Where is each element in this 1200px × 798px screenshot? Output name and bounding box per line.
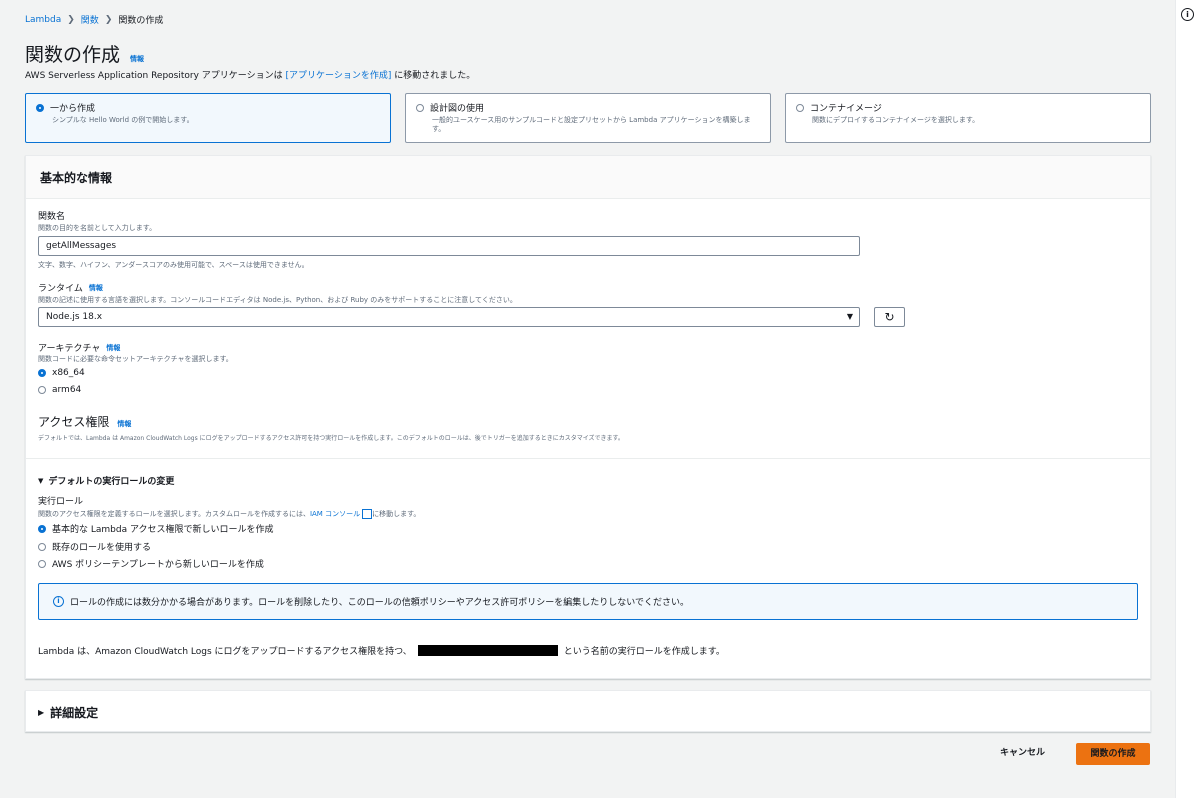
permissions-desc: デフォルトでは、Lambda は Amazon CloudWatch Logs …	[38, 435, 624, 442]
arch-option-label: arm64	[52, 385, 82, 395]
option-label: 設計図の使用	[430, 104, 485, 114]
basic-info-panel: 基本的な情報 関数名 関数の目的を名前として入力します。 getAllMessa…	[25, 155, 1151, 679]
alert-text: ロールの作成には数分かかる場合があります。ロールを削除したり、このロールの信頼ポ…	[70, 598, 690, 608]
option-label: コンテナイメージ	[810, 104, 882, 114]
role-option-label: 既存のロールを使用する	[52, 543, 152, 553]
architecture-info-link[interactable]: 情報	[106, 343, 120, 353]
option-author-from-scratch[interactable]: 一から作成 シンプルな Hello World の例で開始します。	[25, 93, 391, 143]
arch-option-label: x86_64	[52, 368, 85, 378]
chevron-right-icon: ❯	[67, 14, 75, 25]
execution-role-desc: 関数のアクセス権限を定義するロールを選択します。カスタムロールを作成するには、I…	[38, 509, 421, 519]
change-default-role-toggle[interactable]: ▼ デフォルトの実行ロールの変更	[38, 474, 175, 488]
breadcrumb-lambda[interactable]: Lambda	[25, 15, 61, 25]
subtitle-text-end: に移動されました。	[391, 71, 476, 81]
main-content: Lambda ❯ 関数 ❯ 関数の作成 関数の作成 情報 AWS Serverl…	[0, 0, 1175, 798]
iam-console-link[interactable]: IAM コンソール	[310, 510, 360, 518]
radio-icon[interactable]	[38, 386, 46, 394]
page-subtitle: AWS Serverless Application Repository アプ…	[25, 68, 475, 81]
advanced-settings-label: 詳細設定	[50, 706, 99, 720]
external-link-icon[interactable]	[362, 509, 373, 519]
create-application-link[interactable]: [アプリケーションを作成]	[285, 71, 391, 81]
option-desc: 一般的ユースケース用のサンプルコードと設定プリセットから Lambda アプリケ…	[432, 116, 751, 133]
radio-icon[interactable]	[416, 103, 424, 112]
breadcrumb: Lambda ❯ 関数 ❯ 関数の作成	[25, 13, 164, 27]
title-info-link[interactable]: 情報	[130, 54, 144, 64]
caret-down-icon: ▼	[846, 312, 853, 321]
runtime-select-value: Node.js 18.x	[46, 312, 103, 322]
arch-option-x86[interactable]: x86_64	[38, 368, 85, 378]
refresh-icon: ↻	[884, 310, 895, 324]
function-name-hint: 文字、数字、ハイフン、アンダースコアのみ使用可能で、スペースは使用できません。	[38, 261, 309, 269]
role-option-label: 基本的な Lambda アクセス権限で新しいロールを作成	[52, 525, 274, 535]
role-option-label: AWS ポリシーテンプレートから新しいロールを作成	[52, 560, 264, 570]
subtitle-text: AWS Serverless Application Repository アプ…	[25, 71, 286, 81]
permissions-title: アクセス権限 情報	[38, 415, 132, 429]
radio-selected-icon[interactable]	[38, 524, 46, 533]
radio-selected-icon[interactable]	[38, 369, 46, 377]
radio-icon[interactable]	[38, 559, 46, 568]
architecture-label: アーキテクチャ 情報	[38, 343, 121, 355]
breadcrumb-current: 関数の作成	[118, 16, 164, 26]
info-panel-icon[interactable]: i	[1181, 8, 1194, 21]
toggle-label: デフォルトの実行ロールの変更	[48, 477, 175, 487]
function-name-desc: 関数の目的を名前として入力します。	[38, 224, 157, 232]
basic-info-header: 基本的な情報	[26, 156, 1150, 199]
runtime-desc: 関数の記述に使用する言語を選択します。コンソールコードエディタは Node.js…	[38, 296, 517, 304]
role-option-policy-template[interactable]: AWS ポリシーテンプレートから新しいロールを作成	[38, 557, 264, 570]
runtime-label: ランタイム 情報	[38, 283, 103, 295]
caret-right-icon: ▶	[38, 708, 45, 717]
radio-icon[interactable]	[38, 542, 46, 551]
role-option-existing[interactable]: 既存のロールを使用する	[38, 540, 151, 553]
create-function-button[interactable]: 関数の作成	[1076, 743, 1150, 765]
option-desc: シンプルな Hello World の例で開始します。	[52, 116, 194, 124]
function-name-input[interactable]: getAllMessages	[38, 236, 860, 256]
runtime-select[interactable]: Node.js 18.x ▼	[38, 307, 860, 327]
role-footer-text: Lambda は、Amazon CloudWatch Logs にログをアップロ…	[38, 645, 725, 657]
radio-icon[interactable]	[796, 103, 804, 112]
right-tools-bar	[1175, 0, 1200, 798]
option-container-image[interactable]: コンテナイメージ 関数にデプロイするコンテナイメージを選択します。	[785, 93, 1151, 143]
execution-role-label: 実行ロール	[38, 497, 84, 507]
architecture-desc: 関数コードに必要な命令セットアーキテクチャを選択します。	[38, 355, 233, 363]
cancel-button[interactable]: キャンセル	[1000, 745, 1045, 758]
runtime-info-link[interactable]: 情報	[89, 283, 103, 293]
refresh-button[interactable]: ↻	[874, 307, 905, 327]
option-label: 一から作成	[50, 104, 96, 114]
permissions-info-link[interactable]: 情報	[117, 419, 131, 429]
radio-selected-icon[interactable]	[36, 103, 44, 112]
divider	[26, 458, 1150, 459]
info-icon: i	[53, 596, 64, 607]
role-info-alert: i ロールの作成には数分かかる場合があります。ロールを削除したり、このロールの信…	[38, 583, 1138, 620]
function-name-label: 関数名	[38, 212, 66, 222]
role-option-new-basic[interactable]: 基本的な Lambda アクセス権限で新しいロールを作成	[38, 522, 274, 535]
option-desc: 関数にデプロイするコンテナイメージを選択します。	[812, 116, 980, 124]
redacted-role-name	[417, 645, 558, 656]
arch-option-arm64[interactable]: arm64	[38, 385, 81, 395]
page-title-row: 関数の作成 情報	[25, 40, 144, 67]
advanced-settings-panel[interactable]: ▶ 詳細設定	[25, 690, 1151, 732]
breadcrumb-functions[interactable]: 関数	[81, 13, 99, 26]
caret-down-icon: ▼	[38, 476, 44, 485]
advanced-settings-toggle[interactable]: ▶ 詳細設定	[38, 704, 98, 721]
chevron-right-icon: ❯	[104, 14, 113, 25]
option-use-blueprint[interactable]: 設計図の使用 一般的ユースケース用のサンプルコードと設定プリセットから Lamb…	[405, 93, 771, 143]
page-title: 関数の作成	[25, 44, 121, 66]
